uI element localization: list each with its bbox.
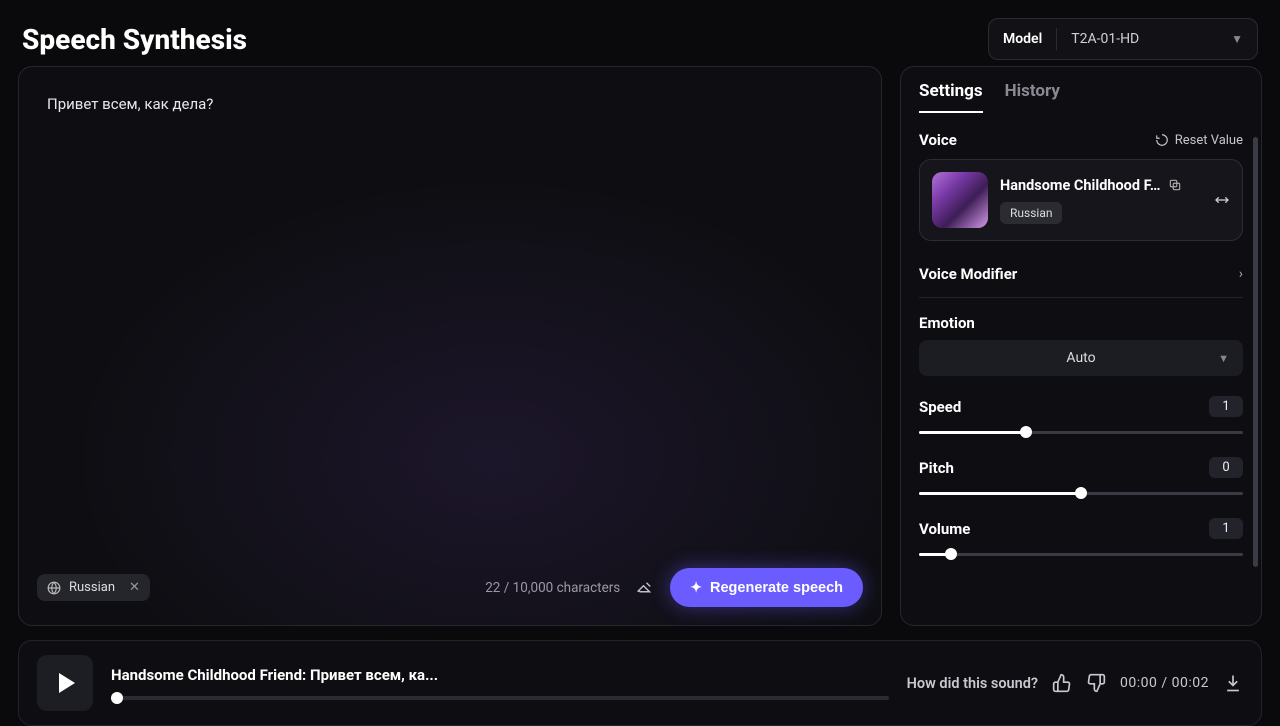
volume-value: 1 — [1209, 518, 1243, 539]
model-value: T2A-01-HD — [1071, 31, 1217, 47]
page-title: Speech Synthesis — [22, 23, 247, 56]
tab-history[interactable]: History — [1005, 81, 1060, 113]
emotion-label: Emotion — [919, 314, 1243, 332]
chevron-down-icon: ▼ — [1218, 352, 1229, 365]
progress-slider[interactable] — [111, 696, 889, 700]
chevron-down-icon: ▼ — [1231, 32, 1243, 46]
voice-modifier-row[interactable]: Voice Modifier › — [919, 255, 1243, 298]
language-chip[interactable]: Russian ✕ — [37, 574, 150, 601]
pitch-slider[interactable] — [919, 486, 1243, 500]
globe-icon — [47, 581, 61, 595]
download-button[interactable] — [1223, 673, 1243, 693]
reset-button[interactable]: Reset Value — [1155, 133, 1243, 148]
play-icon — [59, 673, 75, 693]
time-display: 00:00 / 00:02 — [1120, 675, 1209, 691]
regenerate-button[interactable]: ✦ Regenerate speech — [670, 568, 863, 607]
scrollbar[interactable] — [1253, 137, 1258, 567]
feedback-question: How did this sound? — [907, 675, 1038, 692]
language-chip-label: Russian — [69, 580, 115, 595]
clear-button[interactable] — [632, 575, 658, 601]
pitch-label: Pitch — [919, 459, 954, 477]
volume-label: Volume — [919, 520, 970, 538]
player-bar: Handsome Childhood Friend: Привет всем, … — [18, 640, 1262, 726]
voice-language-badge: Russian — [1000, 202, 1062, 224]
chip-remove-icon[interactable]: ✕ — [129, 580, 140, 595]
text-input[interactable]: Привет всем, как дела? — [19, 67, 881, 554]
player-title: Handsome Childhood Friend: Привет всем, … — [111, 666, 889, 684]
copy-icon[interactable] — [1168, 178, 1182, 192]
thumbs-down-button[interactable] — [1086, 673, 1106, 693]
sparkle-icon: ✦ — [690, 579, 702, 596]
model-select[interactable]: Model T2A-01-HD ▼ — [988, 18, 1258, 60]
swap-icon[interactable] — [1214, 192, 1230, 208]
speed-slider[interactable] — [919, 425, 1243, 439]
voice-avatar — [932, 172, 988, 228]
char-count: 22 / 10,000 characters — [485, 580, 620, 596]
thumbs-up-button[interactable] — [1052, 673, 1072, 693]
volume-slider[interactable] — [919, 547, 1243, 561]
play-button[interactable] — [37, 655, 93, 711]
tab-settings[interactable]: Settings — [919, 81, 983, 113]
voice-card[interactable]: Handsome Childhood F… Russian — [919, 159, 1243, 241]
speed-label: Speed — [919, 398, 961, 416]
emotion-select[interactable]: Auto ▼ — [919, 340, 1243, 376]
voice-name: Handsome Childhood F… — [1000, 177, 1160, 194]
reset-icon — [1155, 133, 1169, 147]
regenerate-label: Regenerate speech — [710, 580, 843, 596]
editor-panel: Привет всем, как дела? Russian ✕ 22 / 10… — [18, 66, 882, 626]
settings-panel: Settings History Voice Reset Value Hands… — [900, 66, 1262, 626]
pitch-value: 0 — [1209, 457, 1243, 478]
voice-section-title: Voice — [919, 131, 957, 149]
speed-value: 1 — [1209, 396, 1243, 417]
model-label: Model — [1003, 31, 1042, 47]
chevron-right-icon: › — [1239, 266, 1243, 282]
